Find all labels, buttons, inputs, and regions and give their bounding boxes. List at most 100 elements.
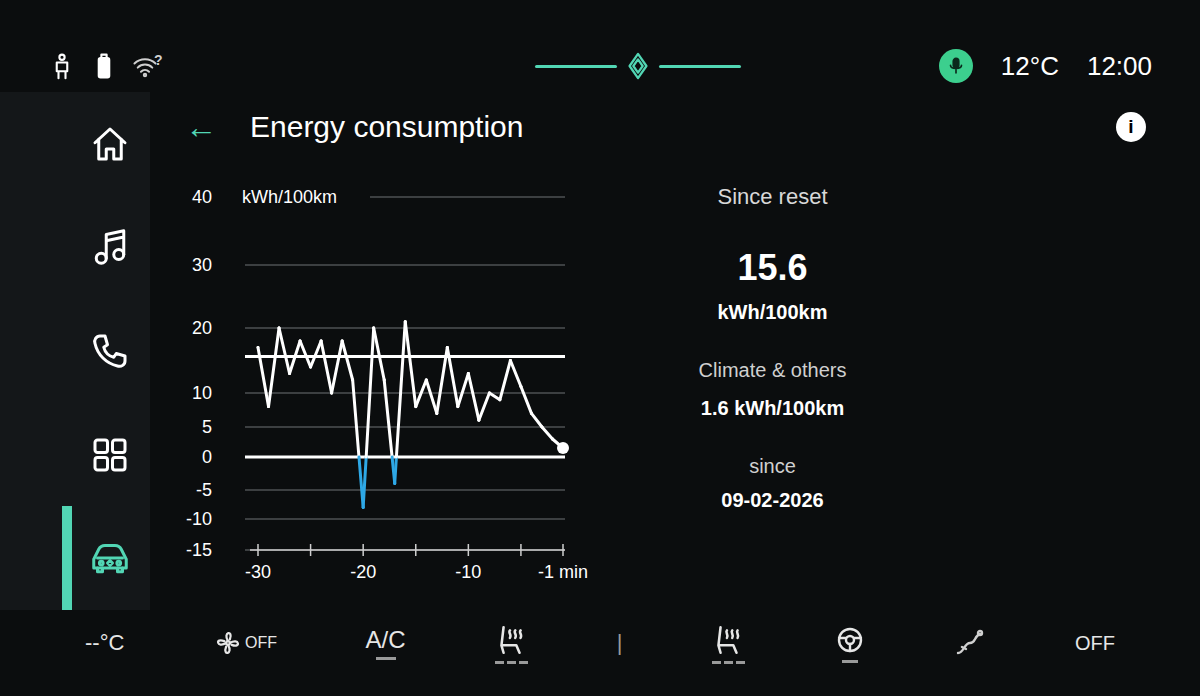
child-seat-icon (48, 52, 76, 80)
x-tick (468, 544, 470, 556)
y-tick-label: 20 (192, 318, 212, 338)
sidebar-item[interactable] (0, 196, 150, 300)
chart-segment (332, 341, 343, 393)
wheel-indicator (842, 660, 858, 663)
chart-segment (363, 457, 366, 507)
level-dash (724, 661, 733, 664)
grid-line (370, 196, 565, 197)
seat-heating-button[interactable] (711, 623, 745, 664)
summary-title: Since reset (717, 184, 827, 210)
chart-point (341, 340, 344, 343)
chart-point (372, 327, 375, 330)
climate-value: 1.6 kWh/100km (701, 396, 844, 420)
chart-point (299, 340, 302, 343)
sidebar-icon-wrap (90, 538, 130, 578)
chart-point (404, 320, 407, 323)
level-dash (736, 661, 745, 664)
chart-segment (300, 341, 311, 367)
x-tick (415, 544, 417, 556)
sidebar-item[interactable] (0, 403, 150, 507)
sidebar-icon-wrap (90, 227, 130, 267)
chart-point (288, 372, 291, 375)
outside-temperature: 12°C (1001, 50, 1059, 82)
chart-point (351, 379, 354, 382)
chart-segment (500, 361, 511, 400)
chart-point (393, 482, 396, 485)
grid-line (245, 489, 565, 490)
sidebar-item[interactable] (0, 299, 150, 403)
chart-segment (437, 348, 448, 414)
chart-point (509, 359, 512, 362)
y-tick-label: 10 (192, 383, 212, 403)
sidebar-icon-wrap (90, 331, 130, 371)
apps-icon[interactable] (90, 435, 130, 475)
chart-segment (458, 374, 469, 407)
vehicle-icon[interactable] (90, 538, 130, 578)
phone-icon[interactable] (90, 331, 130, 371)
chart-segment (321, 341, 332, 393)
chart-point (456, 405, 459, 408)
chart-point (541, 426, 544, 429)
renault-logo-icon (623, 51, 653, 81)
sidebar-item[interactable] (0, 92, 150, 196)
consumption-chart: 4030201050-5-10-15kWh/100km-30-20-10-1 m… (150, 162, 595, 610)
chart-segment (353, 380, 359, 457)
ac-indicator (376, 657, 396, 660)
logo-line (659, 65, 741, 68)
chart-segment (290, 341, 301, 374)
chart-segment (531, 413, 542, 427)
temperature-setting[interactable]: --°C (85, 629, 124, 657)
seat-heating-button[interactable] (494, 623, 528, 664)
chart-point (551, 438, 554, 441)
chart-point (498, 398, 501, 401)
level-dash (507, 661, 516, 664)
chart-segment (510, 361, 521, 387)
chart-point (435, 412, 438, 415)
x-tick (562, 544, 564, 556)
seat-heating-level (712, 661, 745, 664)
main-area: ←Energy consumptioni4030201050-5-10-15kW… (0, 92, 1200, 610)
status-icons: ? (48, 52, 448, 80)
ac-label: A/C (366, 626, 406, 654)
chart-segment (396, 322, 405, 457)
y-tick-label: 30 (192, 255, 212, 275)
steering-heating-button[interactable] (834, 624, 866, 663)
info-button[interactable]: i (1116, 112, 1146, 142)
summary-panel: Since reset15.6kWh/100kmClimate & others… (595, 162, 950, 610)
fan-control[interactable]: OFF (213, 628, 277, 658)
climate-label: Climate & others (699, 358, 847, 382)
grid-line (245, 392, 565, 393)
sidebar (0, 92, 150, 610)
reference-line (245, 355, 565, 358)
grid-line (245, 264, 565, 265)
driving-assist-icon (954, 627, 986, 659)
chart-point (267, 405, 270, 408)
chart-segment (269, 328, 280, 407)
selection-indicator (62, 403, 72, 507)
reference-line (245, 456, 565, 459)
seat-heating-level (495, 661, 528, 664)
logo-line (535, 65, 617, 68)
fan-state: OFF (245, 633, 277, 653)
grid-line (245, 456, 565, 457)
divider: | (617, 629, 623, 657)
chart-segment (342, 341, 353, 380)
off-button[interactable]: OFF (1075, 630, 1115, 656)
y-tick-label: 40 (192, 187, 212, 207)
x-axis (250, 549, 565, 551)
ac-button[interactable]: A/C (366, 626, 406, 660)
chart-point (309, 366, 312, 369)
y-tick-label: -10 (186, 509, 212, 529)
current-point (557, 442, 569, 454)
chart-segment (279, 328, 290, 374)
assist-button[interactable] (954, 627, 986, 659)
voice-button[interactable] (939, 49, 973, 83)
content: ←Energy consumptioni4030201050-5-10-15kW… (150, 92, 1200, 610)
chart-segment (258, 348, 269, 407)
sidebar-item[interactable] (0, 506, 150, 610)
chart-point (467, 372, 470, 375)
music-icon[interactable] (90, 227, 130, 267)
back-button[interactable]: ← (185, 107, 250, 147)
home-icon[interactable] (90, 124, 130, 164)
selection-indicator (62, 299, 72, 403)
